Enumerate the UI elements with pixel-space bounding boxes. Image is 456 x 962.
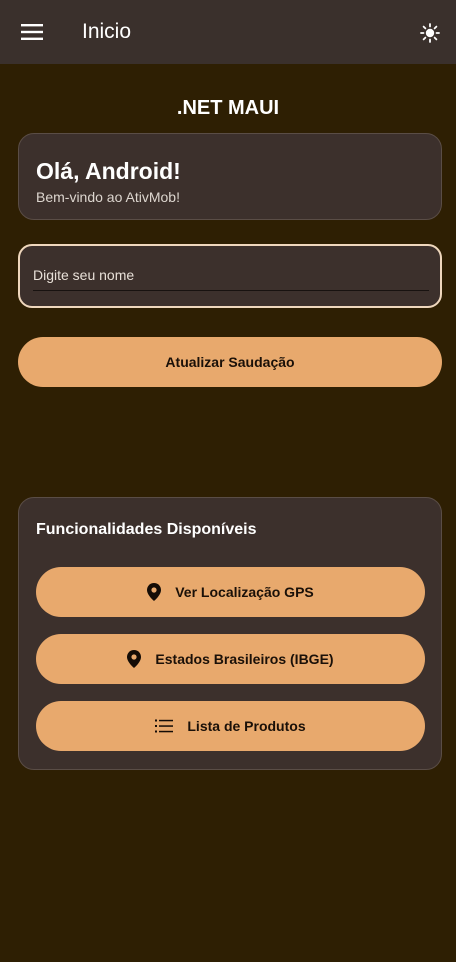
name-input-container — [18, 244, 442, 308]
product-list-label: Lista de Produtos — [187, 718, 306, 734]
greeting-title: Olá, Android! — [36, 158, 181, 184]
ibge-states-button[interactable]: Estados Brasileiros (IBGE) — [36, 634, 425, 684]
gps-location-label: Ver Localização GPS — [175, 584, 314, 600]
product-list-button[interactable]: Lista de Produtos — [36, 701, 425, 751]
list-icon — [155, 719, 174, 733]
features-card: Funcionalidades Disponíveis Ver Localiza… — [18, 497, 442, 770]
name-input[interactable] — [33, 260, 429, 291]
app-bar: Inicio — [0, 0, 456, 64]
theme-toggle-button[interactable] — [416, 19, 444, 47]
features-title: Funcionalidades Disponíveis — [36, 521, 257, 538]
brand-heading: .NET MAUI — [176, 97, 280, 119]
location-pin-icon — [127, 650, 142, 668]
greeting-subtitle: Bem-vindo ao AtivMob! — [36, 189, 180, 205]
menu-button[interactable] — [14, 18, 50, 46]
update-greeting-label: Atualizar Saudação — [165, 354, 295, 370]
page-title: Inicio — [82, 20, 132, 43]
location-pin-icon — [147, 583, 162, 601]
menu-icon — [21, 24, 43, 40]
update-greeting-button[interactable]: Atualizar Saudação — [18, 337, 442, 387]
gps-location-button[interactable]: Ver Localização GPS — [36, 567, 425, 617]
greeting-card: Olá, Android! Bem-vindo ao AtivMob! — [18, 133, 442, 220]
sun-icon — [420, 23, 440, 43]
ibge-states-label: Estados Brasileiros (IBGE) — [155, 651, 334, 667]
